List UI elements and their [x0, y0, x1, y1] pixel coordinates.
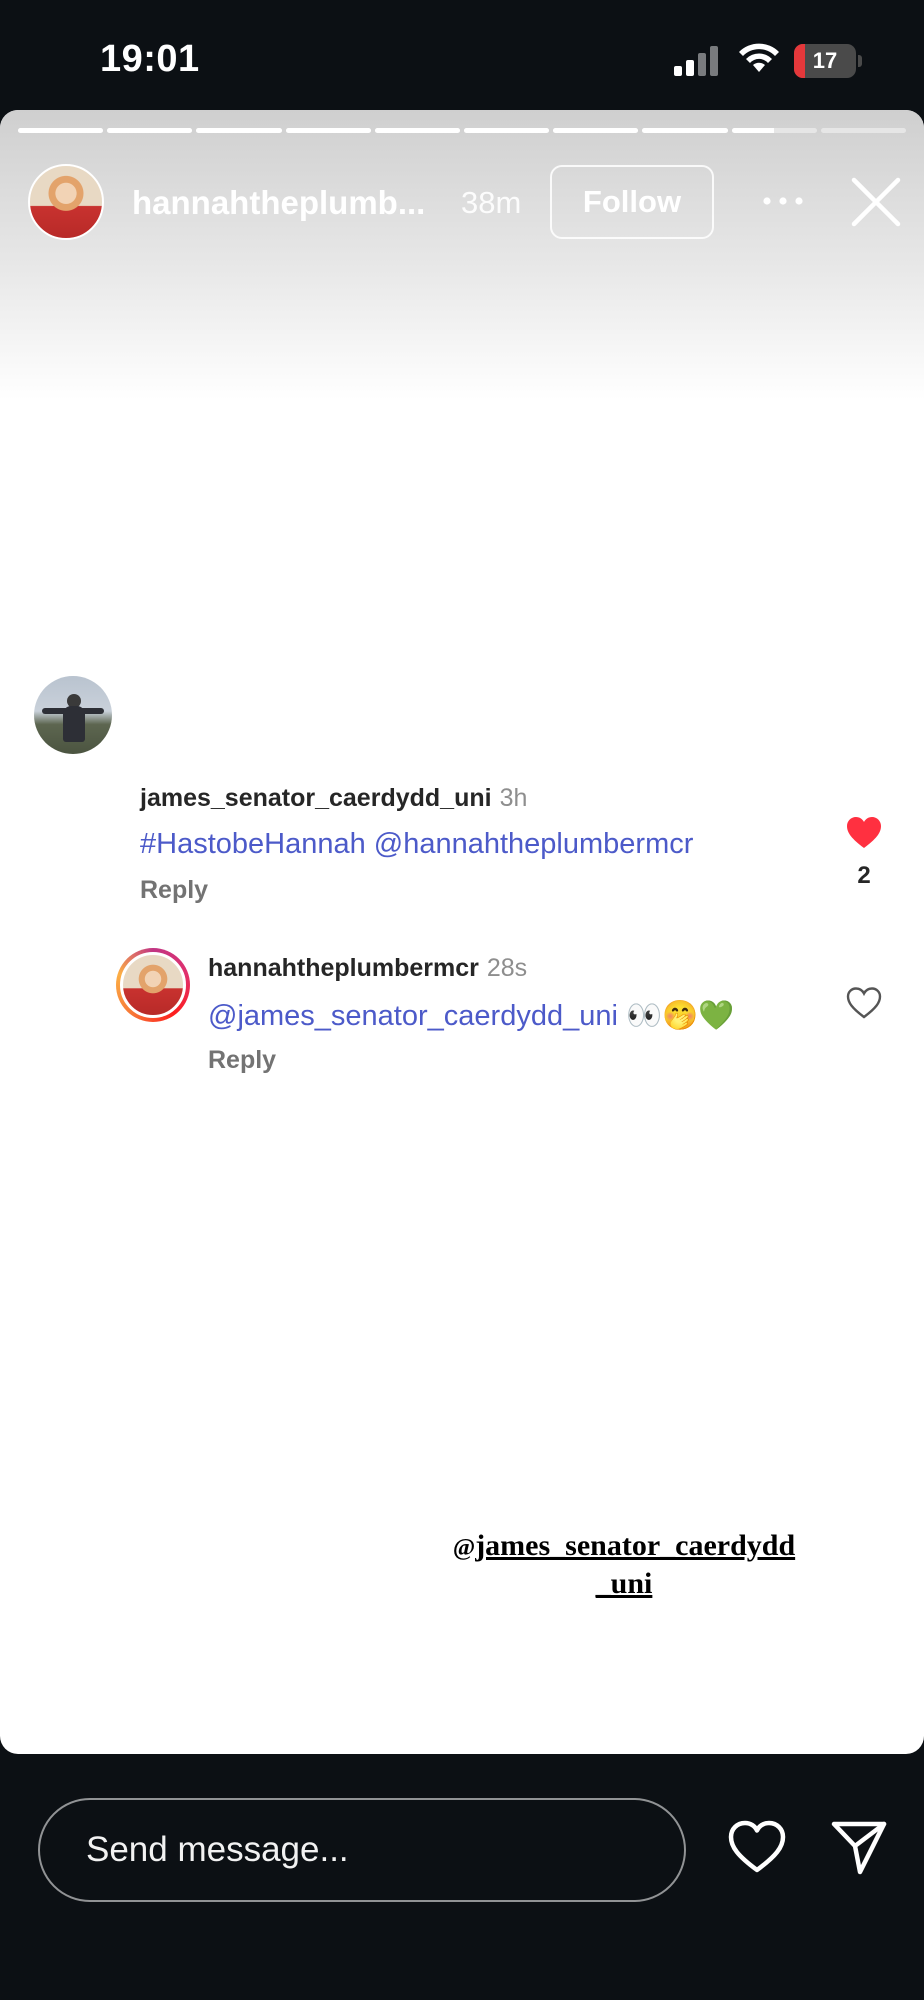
reply-mention[interactable]: @james_senator_caerdydd_uni: [208, 1000, 618, 1032]
cellular-signal-icon: [674, 44, 722, 76]
progress-segment: [642, 128, 728, 133]
progress-segment: [820, 128, 907, 133]
follow-button[interactable]: Follow: [550, 165, 714, 239]
comment-author[interactable]: james_senator_caerdydd_uni: [140, 784, 492, 812]
mention-at-symbol: @: [452, 1535, 476, 1561]
commenter-avatar[interactable]: [34, 676, 112, 754]
reply-author-avatar[interactable]: [116, 948, 190, 1022]
battery-icon: 17: [794, 44, 862, 78]
story-reply-bar: Send message...: [0, 1754, 924, 2000]
progress-segment: [18, 128, 104, 133]
story-author-avatar[interactable]: [28, 164, 104, 240]
progress-segment: [553, 128, 639, 133]
send-icon[interactable]: [830, 1818, 888, 1876]
close-icon[interactable]: [850, 176, 902, 228]
progress-segment: [107, 128, 193, 133]
wifi-icon: [739, 43, 779, 72]
status-time: 19:01: [100, 38, 200, 80]
reply-emojis: 👀🤭💚: [625, 998, 735, 1032]
progress-segment: [196, 128, 282, 133]
progress-segment: [464, 128, 550, 133]
reply-time: 28s: [486, 954, 528, 982]
reply-text[interactable]: @james_senator_caerdydd_uni 👀🤭💚: [208, 998, 734, 1033]
comment-time: 3h: [499, 784, 528, 812]
comment-username[interactable]: james_senator_caerdydd_uni 3h: [140, 784, 527, 813]
mention-sticker[interactable]: @james_senator_caerdydd _uni: [414, 1528, 834, 1602]
more-options-icon[interactable]: [760, 186, 806, 216]
reply-author[interactable]: hannahtheplumbermcr: [208, 954, 479, 982]
status-bar: 19:01 17: [0, 0, 924, 110]
like-count: 2: [857, 862, 871, 889]
story-viewer[interactable]: hannahtheplumb... 38m Follow: [0, 110, 924, 1754]
heart-icon[interactable]: [728, 1820, 786, 1874]
heart-outline-icon[interactable]: [846, 986, 882, 1019]
story-posted-time: 38m: [461, 185, 522, 220]
reply-button[interactable]: Reply: [140, 876, 208, 905]
reply-button[interactable]: Reply: [208, 1046, 276, 1075]
story-progress-bar: [18, 128, 907, 133]
comment-text[interactable]: #HastobeHannah @hannahtheplumbermcr: [140, 828, 693, 861]
reply-username[interactable]: hannahtheplumbermcr 28s: [208, 954, 527, 983]
message-placeholder: Send message...: [86, 1830, 349, 1869]
battery-level: 17: [812, 48, 838, 73]
progress-segment-current: [731, 128, 817, 133]
mention-line-1: james_senator_caerdydd: [475, 1529, 796, 1562]
mention-line-2: _uni: [595, 1567, 653, 1600]
progress-segment: [374, 128, 461, 133]
liked-heart-icon[interactable]: [846, 816, 882, 849]
story-header: hannahtheplumb... 38m Follow: [0, 154, 924, 258]
progress-segment: [285, 128, 371, 133]
story-author-username[interactable]: hannahtheplumb...: [132, 184, 442, 222]
